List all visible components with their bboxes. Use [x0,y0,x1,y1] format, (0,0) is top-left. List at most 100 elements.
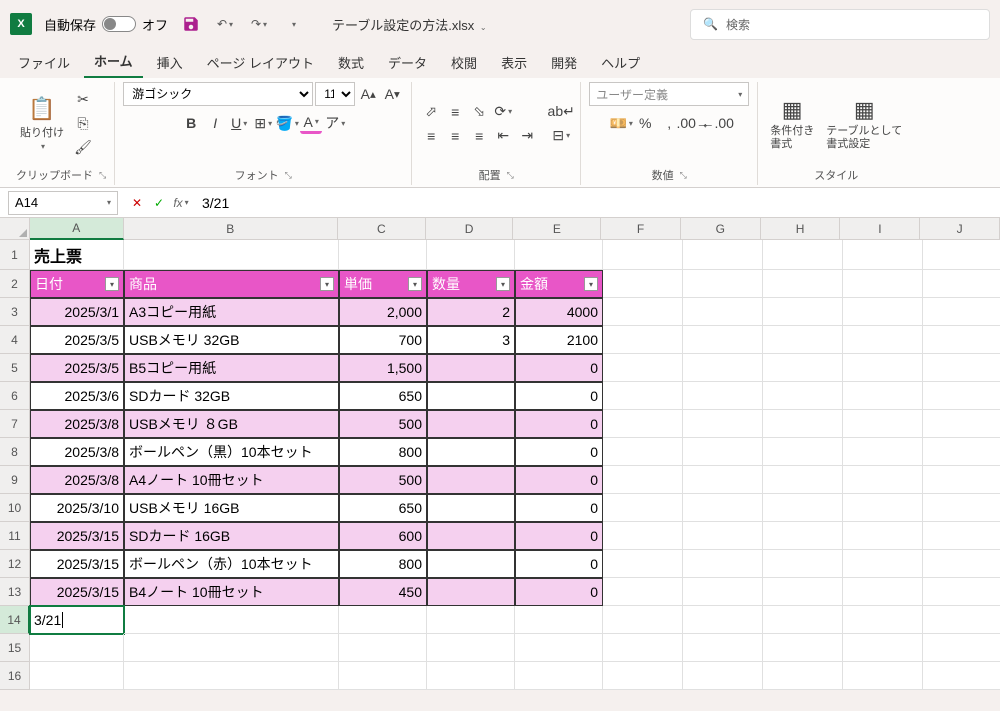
cell-B2[interactable]: 商品▾ [124,270,339,298]
cell-E4[interactable]: 2100 [515,326,603,354]
align-right-button[interactable]: ≡ [468,125,490,147]
cell-J5[interactable] [923,354,1000,382]
cell-A13[interactable]: 2025/3/15 [30,578,124,606]
cell-E15[interactable] [515,634,603,662]
cell-G10[interactable] [683,494,763,522]
cell-D9[interactable] [427,466,515,494]
col-header-D[interactable]: D [426,218,514,240]
align-bottom-button[interactable]: ⬂ [468,101,490,123]
cell-H5[interactable] [763,354,843,382]
cell-B1[interactable] [124,240,339,270]
cell-C15[interactable] [339,634,427,662]
filter-button[interactable]: ▾ [408,277,422,291]
cell-A8[interactable]: 2025/3/8 [30,438,124,466]
cell-J16[interactable] [923,662,1000,690]
cell-C11[interactable]: 600 [339,522,427,550]
cell-B12[interactable]: ボールペン（赤）10本セット [124,550,339,578]
cell-I7[interactable] [843,410,923,438]
cell-C10[interactable]: 650 [339,494,427,522]
paste-button[interactable]: 📋 貼り付け ▾ [16,92,68,155]
cell-C13[interactable]: 450 [339,578,427,606]
cell-I6[interactable] [843,382,923,410]
cell-C9[interactable]: 500 [339,466,427,494]
cell-D12[interactable] [427,550,515,578]
spreadsheet-grid[interactable]: ABCDEFGHIJ 12345678910111213141516 売上票日付… [0,218,1000,690]
cell-J10[interactable] [923,494,1000,522]
number-format-select[interactable]: ユーザー定義▾ [589,82,749,106]
insert-function-button[interactable]: fx▾ [170,192,192,214]
cell-A16[interactable] [30,662,124,690]
tab-校閲[interactable]: 校閲 [441,47,487,78]
row-header-4[interactable]: 4 [0,326,30,354]
cell-H8[interactable] [763,438,843,466]
cell-D15[interactable] [427,634,515,662]
cell-A15[interactable] [30,634,124,662]
cell-F2[interactable] [603,270,683,298]
tab-ホーム[interactable]: ホーム [84,45,143,78]
row-header-13[interactable]: 13 [0,578,30,606]
cell-G4[interactable] [683,326,763,354]
col-header-G[interactable]: G [681,218,761,240]
cell-F14[interactable] [603,606,683,634]
cell-E12[interactable]: 0 [515,550,603,578]
cell-D16[interactable] [427,662,515,690]
align-dialog-launcher[interactable]: ⤡ [507,170,514,181]
formula-cancel-button[interactable]: ✕ [126,192,148,214]
row-header-14[interactable]: 14 [0,606,30,634]
cell-C4[interactable]: 700 [339,326,427,354]
tab-数式[interactable]: 数式 [328,47,374,78]
col-header-J[interactable]: J [920,218,1000,240]
cell-G1[interactable] [683,240,763,270]
cut-button[interactable]: ✂ [72,89,94,111]
cell-B13[interactable]: B4ノート 10冊セット [124,578,339,606]
cell-G14[interactable] [683,606,763,634]
cell-G12[interactable] [683,550,763,578]
cell-E2[interactable]: 金額▾ [515,270,603,298]
cell-F1[interactable] [603,240,683,270]
row-header-5[interactable]: 5 [0,354,30,382]
cell-D7[interactable] [427,410,515,438]
cell-I14[interactable] [843,606,923,634]
cell-C6[interactable]: 650 [339,382,427,410]
merge-button[interactable]: ⊟▾ [550,125,572,147]
cell-I4[interactable] [843,326,923,354]
cell-E1[interactable] [515,240,603,270]
cell-G8[interactable] [683,438,763,466]
cell-I11[interactable] [843,522,923,550]
col-header-F[interactable]: F [601,218,681,240]
cell-F6[interactable] [603,382,683,410]
indent-increase-button[interactable]: ⇥ [516,125,538,147]
cell-A5[interactable]: 2025/3/5 [30,354,124,382]
cell-I15[interactable] [843,634,923,662]
cell-C16[interactable] [339,662,427,690]
col-header-I[interactable]: I [840,218,920,240]
cell-E13[interactable]: 0 [515,578,603,606]
decrease-decimal-button[interactable]: ←.00 [706,112,728,134]
cell-B5[interactable]: B5コピー用紙 [124,354,339,382]
cell-B16[interactable] [124,662,339,690]
cell-A12[interactable]: 2025/3/15 [30,550,124,578]
number-dialog-launcher[interactable]: ⤡ [680,170,687,181]
cell-I1[interactable] [843,240,923,270]
cell-F7[interactable] [603,410,683,438]
cell-D14[interactable] [427,606,515,634]
cell-D8[interactable] [427,438,515,466]
cell-E11[interactable]: 0 [515,522,603,550]
cell-A1[interactable]: 売上票 [30,240,124,270]
cell-A11[interactable]: 2025/3/15 [30,522,124,550]
wrap-text-button[interactable]: ab↵ [550,101,572,123]
cell-J6[interactable] [923,382,1000,410]
fill-color-button[interactable]: 🪣▾ [276,112,298,134]
cell-E16[interactable] [515,662,603,690]
bold-button[interactable]: B [180,112,202,134]
cell-F11[interactable] [603,522,683,550]
search-box[interactable]: 🔍 検索 [690,9,990,40]
cell-D6[interactable] [427,382,515,410]
accounting-format-button[interactable]: 💴▾ [610,112,632,134]
cell-F4[interactable] [603,326,683,354]
cell-B14[interactable] [124,606,339,634]
align-top-button[interactable]: ⬀ [420,101,442,123]
cell-A2[interactable]: 日付▾ [30,270,124,298]
cell-I5[interactable] [843,354,923,382]
tab-ヘルプ[interactable]: ヘルプ [591,47,650,78]
